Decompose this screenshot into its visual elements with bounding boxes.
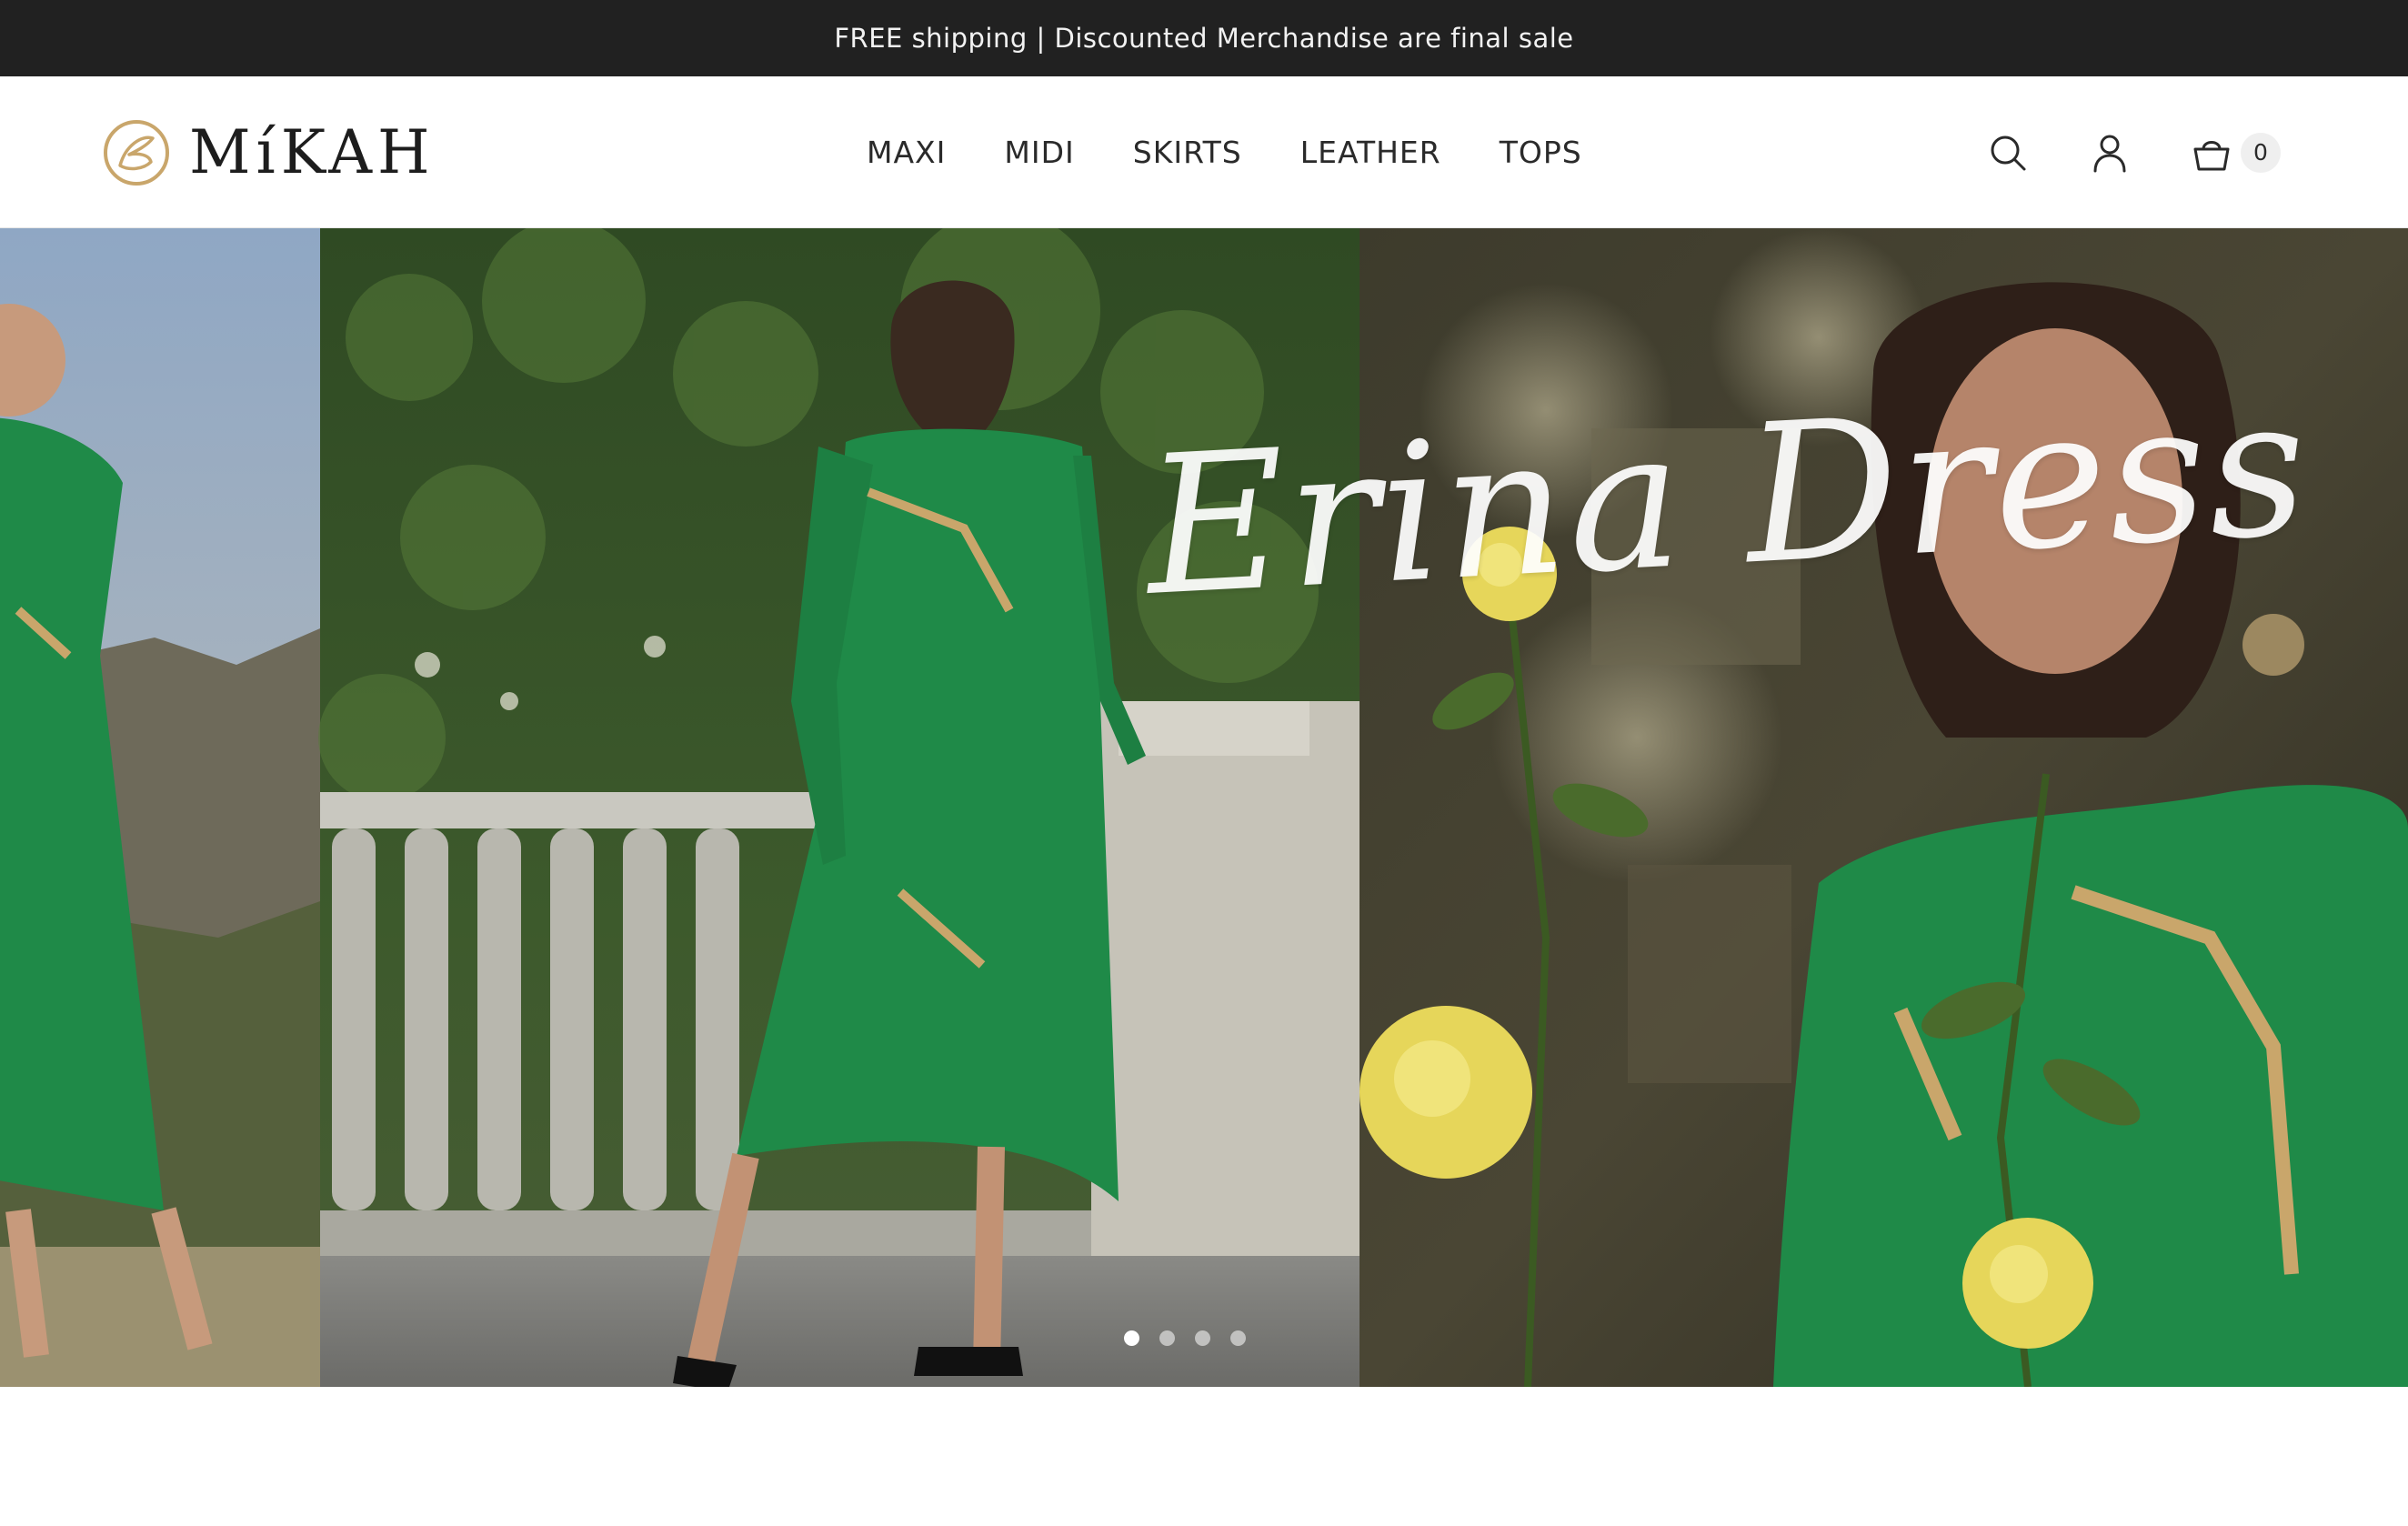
user-icon bbox=[2093, 135, 2126, 172]
search-icon bbox=[1991, 136, 2026, 170]
search-button[interactable] bbox=[1986, 131, 2030, 175]
nav-item-tops[interactable]: TOPS bbox=[1500, 135, 1582, 170]
cart-count-badge: 0 bbox=[2241, 132, 2281, 173]
hero-title: Erina Dress bbox=[1140, 355, 2313, 638]
logo-mark-icon bbox=[104, 120, 169, 186]
slider-dot-2[interactable] bbox=[1159, 1330, 1175, 1346]
nav-item-leather[interactable]: LEATHER bbox=[1300, 135, 1441, 170]
shopping-bag-icon bbox=[2193, 140, 2230, 170]
nav-item-skirts[interactable]: SKIRTS bbox=[1133, 135, 1242, 170]
announcement-bar: FREE shipping | Discounted Merchandise a… bbox=[0, 0, 2408, 76]
page-content-area bbox=[0, 1387, 2408, 1526]
header-actions: 0 bbox=[1986, 76, 2281, 228]
slider-dot-4[interactable] bbox=[1230, 1330, 1246, 1346]
cart-button[interactable]: 0 bbox=[2190, 131, 2281, 175]
logo-text: MíKAH bbox=[189, 117, 436, 187]
main-nav: MAXI MIDI SKIRTS LEATHER TOPS bbox=[867, 76, 1582, 228]
account-button[interactable] bbox=[2088, 131, 2132, 175]
logo-link[interactable]: MíKAH bbox=[102, 116, 436, 189]
slider-dot-3[interactable] bbox=[1195, 1330, 1210, 1346]
announcement-text: FREE shipping | Discounted Merchandise a… bbox=[834, 23, 1574, 54]
hero-slider[interactable]: Erina Dress bbox=[0, 228, 2408, 1387]
nav-item-maxi[interactable]: MAXI bbox=[867, 135, 946, 170]
slider-pagination bbox=[1124, 1330, 1246, 1346]
nav-item-midi[interactable]: MIDI bbox=[1004, 135, 1074, 170]
slider-dot-1[interactable] bbox=[1124, 1330, 1139, 1346]
site-header: MíKAH MAXI MIDI SKIRTS LEATHER TOPS 0 bbox=[0, 76, 2408, 228]
